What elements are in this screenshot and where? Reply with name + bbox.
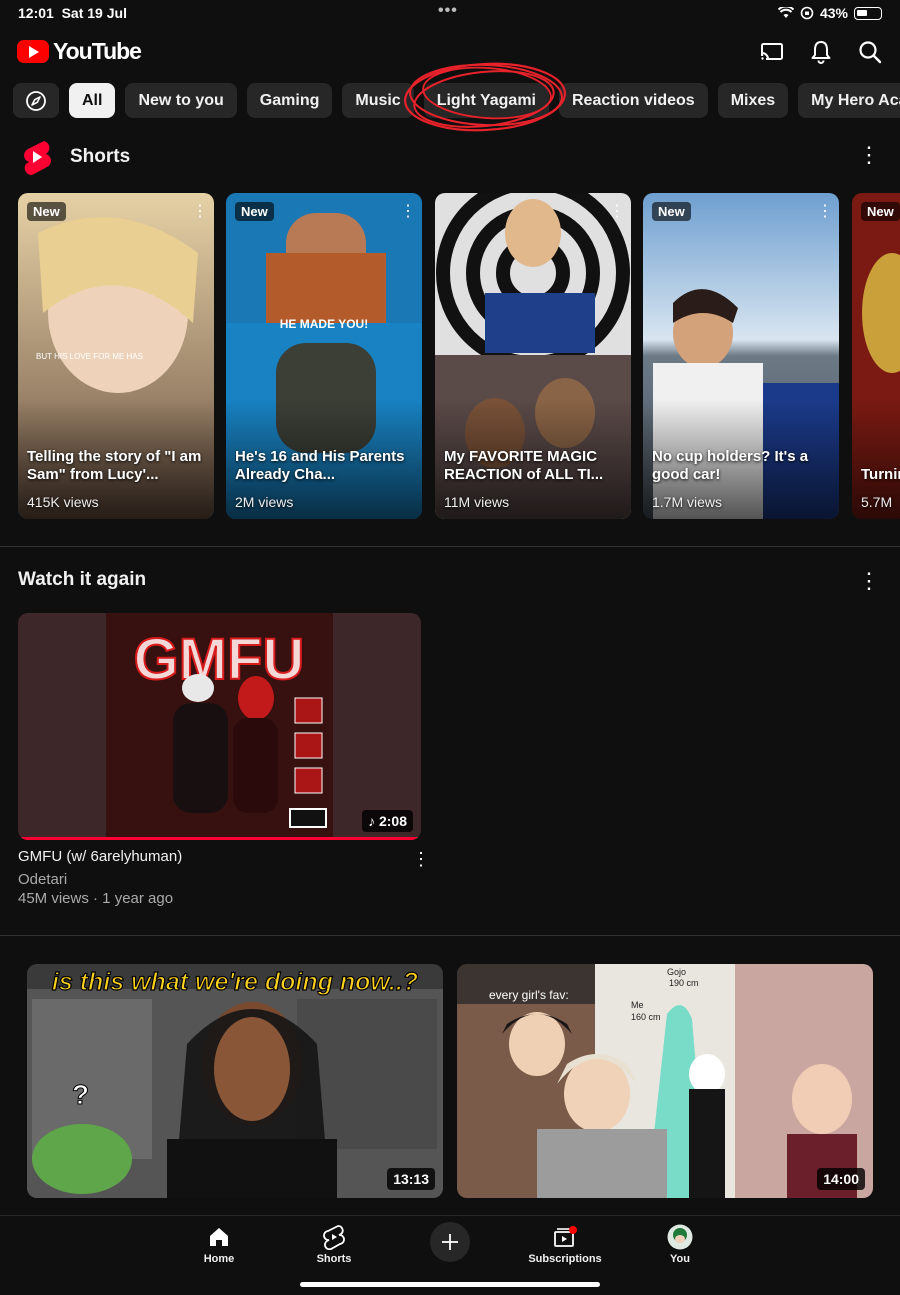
subscriptions-icon bbox=[554, 1226, 577, 1247]
video-thumbnail-gmfu[interactable]: GMFU ♪ 2:08 bbox=[18, 613, 421, 840]
new-badge: New bbox=[235, 202, 274, 221]
gmfu-album-art: GMFU bbox=[106, 613, 333, 840]
duration-badge: 14:00 bbox=[817, 1168, 865, 1190]
bottom-navigation-bar: Home Shorts Subscriptions You bbox=[0, 1215, 900, 1295]
new-badge: New bbox=[27, 202, 66, 221]
create-button[interactable] bbox=[430, 1222, 470, 1262]
shorts-section-header: Shorts ⋮ bbox=[20, 138, 890, 176]
youtube-wordmark: YouTube bbox=[53, 38, 142, 64]
shorts-section-title: Shorts bbox=[70, 146, 131, 167]
notifications-bell-icon[interactable] bbox=[807, 38, 835, 66]
nav-shorts-label: Shorts bbox=[316, 1253, 352, 1265]
video-thumbnail[interactable]: ? is this what we're doing now..? 13:13 bbox=[27, 964, 443, 1198]
video-meta: 45M views · 1 year ago bbox=[18, 890, 174, 907]
chip-my-hero-academia[interactable]: My Hero Aca bbox=[798, 83, 900, 118]
nav-you-label: You bbox=[670, 1253, 690, 1265]
section-divider bbox=[0, 935, 900, 936]
short-more-icon[interactable]: ⋮ bbox=[817, 201, 833, 221]
chip-mixes[interactable]: Mixes bbox=[717, 83, 789, 118]
status-right: 43% bbox=[777, 5, 882, 21]
channel-name[interactable]: Odetari bbox=[18, 871, 67, 888]
nav-subscriptions[interactable]: Subscriptions bbox=[520, 1224, 610, 1265]
thumbnail-image: every girl's fav: Gojo 190 cm Me 160 cm bbox=[457, 964, 873, 1198]
short-title: No cup holders? It's a good car! bbox=[652, 448, 809, 483]
duration-badge: 13:13 bbox=[387, 1168, 435, 1190]
status-bar: 12:01 Sat 19 Jul ••• 43% bbox=[0, 0, 900, 26]
section-divider bbox=[0, 546, 900, 547]
short-title: He's 16 and His Parents Already Cha... bbox=[235, 448, 405, 483]
short-overlay-text: BUT HIS LOVE FOR ME HAS bbox=[36, 352, 143, 361]
chip-new-to-you[interactable]: New to you bbox=[125, 83, 237, 118]
youtube-play-icon bbox=[17, 40, 49, 63]
short-views: 11M views bbox=[444, 494, 510, 510]
svg-text:190 cm: 190 cm bbox=[669, 978, 699, 988]
duration-badge: ♪ 2:08 bbox=[362, 810, 413, 832]
short-views: 5.7M bbox=[861, 494, 893, 510]
home-icon bbox=[210, 1228, 228, 1246]
nav-subscriptions-label: Subscriptions bbox=[528, 1253, 602, 1265]
short-overlay-text: HE MADE YOU! bbox=[280, 317, 368, 331]
svg-text:Me: Me bbox=[631, 1000, 644, 1010]
chip-light-yagami[interactable]: Light Yagami bbox=[423, 83, 549, 118]
watch-it-again-more-icon[interactable]: ⋮ bbox=[857, 570, 881, 594]
nav-home-label: Home bbox=[203, 1253, 235, 1265]
new-badge: New bbox=[652, 202, 691, 221]
short-more-icon[interactable]: ⋮ bbox=[400, 201, 416, 221]
chip-music[interactable]: Music bbox=[342, 83, 414, 118]
watch-it-again-title: Watch it again bbox=[18, 569, 147, 590]
chip-gaming[interactable]: Gaming bbox=[246, 83, 333, 118]
short-more-icon[interactable]: ⋮ bbox=[609, 201, 625, 221]
short-card[interactable]: HE MADE YOU! New ⋮ He's 16 and His Paren… bbox=[226, 193, 422, 519]
nav-shorts[interactable]: Shorts bbox=[289, 1224, 379, 1265]
home-indicator[interactable] bbox=[300, 1282, 600, 1287]
short-more-icon[interactable]: ⋮ bbox=[192, 201, 208, 221]
filter-chip-bar: All New to you Gaming Music Light Yagami… bbox=[0, 83, 900, 119]
short-card[interactable]: BUT HIS LOVE FOR ME HAS New ⋮ Telling th… bbox=[18, 193, 214, 519]
short-views: 1.7M views bbox=[652, 494, 723, 510]
status-time: 12:01 Sat 19 Jul bbox=[18, 5, 127, 21]
short-card[interactable]: New Turning leaf in 5.7M bbox=[852, 193, 900, 519]
short-views: 2M views bbox=[235, 494, 294, 510]
shorts-shelf: BUT HIS LOVE FOR ME HAS New ⋮ Telling th… bbox=[18, 193, 900, 519]
nav-you[interactable]: You bbox=[635, 1224, 725, 1265]
thumb-caption: every girl's fav: bbox=[489, 988, 569, 1002]
short-title: Turning leaf in bbox=[861, 466, 900, 483]
cast-icon[interactable] bbox=[758, 38, 786, 66]
new-badge: New bbox=[861, 202, 900, 221]
watch-progress-bar bbox=[18, 837, 421, 840]
compass-icon bbox=[26, 90, 46, 111]
short-title: Telling the story of "I am Sam" from Luc… bbox=[27, 448, 202, 483]
question-mark-glyph: ? bbox=[72, 1079, 89, 1110]
plus-icon bbox=[442, 1234, 458, 1250]
music-note-icon: ♪ bbox=[368, 813, 376, 829]
multitasking-dots-icon[interactable]: ••• bbox=[438, 2, 458, 20]
avatar bbox=[667, 1224, 693, 1250]
orientation-lock-icon bbox=[800, 6, 814, 20]
nav-home[interactable]: Home bbox=[174, 1224, 264, 1265]
short-views: 415K views bbox=[27, 494, 99, 510]
svg-text:Gojo: Gojo bbox=[667, 967, 686, 977]
top-app-bar: YouTube bbox=[0, 30, 900, 74]
short-card[interactable]: ⋮ My FAVORITE MAGIC REACTION of ALL TI..… bbox=[435, 193, 631, 519]
wifi-icon bbox=[777, 7, 794, 18]
short-card[interactable]: New ⋮ No cup holders? It's a good car! 1… bbox=[643, 193, 839, 519]
video-thumbnail[interactable]: every girl's fav: Gojo 190 cm Me 160 cm … bbox=[457, 964, 873, 1198]
thumb-headline: is this what we're doing now..? bbox=[52, 968, 418, 996]
gmfu-thumb-text: GMFU bbox=[134, 627, 305, 692]
battery-percent: 43% bbox=[819, 5, 848, 21]
chip-reaction-videos[interactable]: Reaction videos bbox=[558, 83, 708, 118]
short-title: My FAVORITE MAGIC REACTION of ALL TI... bbox=[444, 448, 604, 483]
video-title[interactable]: GMFU (w/ 6arelyhuman) bbox=[18, 848, 182, 865]
search-icon[interactable] bbox=[856, 38, 884, 66]
youtube-logo[interactable]: YouTube bbox=[17, 38, 142, 65]
chip-all[interactable]: All bbox=[69, 83, 116, 118]
shorts-more-options-icon[interactable]: ⋮ bbox=[857, 144, 881, 168]
shorts-icon bbox=[323, 1225, 345, 1250]
explore-chip[interactable] bbox=[13, 83, 59, 118]
battery-icon bbox=[854, 6, 882, 20]
thumbnail-image: ? is this what we're doing now..? bbox=[27, 964, 443, 1198]
video-more-options-icon[interactable]: ⋮ bbox=[409, 848, 433, 872]
shorts-logo-icon bbox=[24, 141, 51, 176]
svg-text:160 cm: 160 cm bbox=[631, 1012, 661, 1022]
